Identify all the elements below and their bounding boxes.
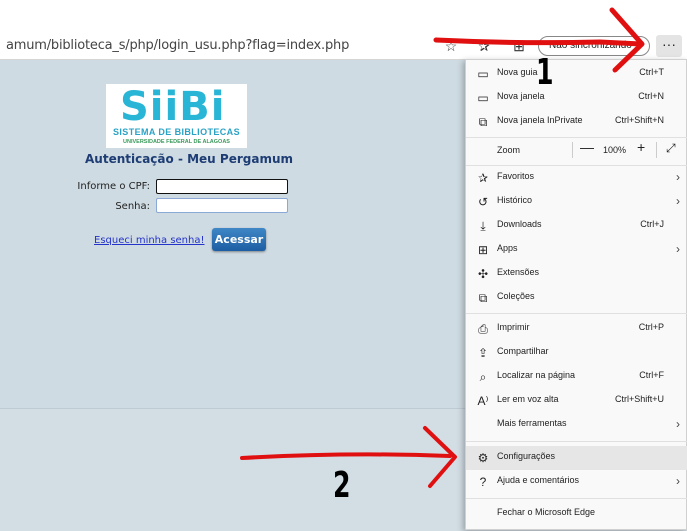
forgot-password-link[interactable]: Esqueci minha senha! [94, 235, 205, 246]
menu-item-label: Favoritos [497, 171, 535, 181]
menu-item-share[interactable]: ⇪ Compartilhar [466, 341, 687, 365]
zoom-label: Zoom [497, 145, 521, 155]
menu-item-collections[interactable]: ⧉ Coleções [466, 286, 687, 310]
logo-subtitle: SISTEMA DE BIBLIOTECAS [113, 127, 240, 137]
annotation-step-2: 2 [333, 465, 351, 506]
address-bar-row: amum/biblioteca_s/php/login_usu.php?flag… [0, 33, 687, 60]
apps-icon: ⊞ [477, 243, 489, 257]
menu-item-shortcut: Ctrl+F [639, 370, 664, 380]
menu-item-label: Fechar o Microsoft Edge [497, 507, 596, 517]
menu-item-apps[interactable]: ⊞ Apps › [466, 238, 687, 262]
menu-item-label: Extensões [497, 267, 540, 277]
download-icon: ⤓ [480, 219, 486, 233]
menu-item-read-aloud[interactable]: A⁾ Ler em voz alta Ctrl+Shift+U [466, 389, 687, 413]
profile-sync-label: Não sincronizando [549, 40, 632, 51]
menu-item-label: Histórico [497, 195, 533, 205]
fullscreen-icon[interactable]: ⤢ [666, 141, 676, 156]
chevron-right-icon: › [676, 170, 680, 184]
collections-icon[interactable]: ⊞ [510, 37, 528, 55]
menu-item-label: Ajuda e comentários [497, 475, 580, 485]
share-icon: ⇪ [477, 346, 489, 360]
new-tab-icon: ▭ [477, 67, 489, 81]
zoom-divider [572, 142, 573, 158]
menu-item-print[interactable]: ⎙ Imprimir Ctrl+P [466, 317, 687, 341]
zoom-value: 100% [603, 145, 627, 155]
menu-item-label: Ler em voz alta [497, 394, 559, 404]
menu-item-help[interactable]: ? Ajuda e comentários › [466, 470, 687, 494]
menu-item-new-tab[interactable]: ▭ Nova guia Ctrl+T [466, 62, 687, 86]
menu-separator [466, 498, 687, 499]
extensions-icon: ✣ [477, 267, 489, 281]
inprivate-icon: ⧉ [478, 115, 488, 129]
menu-item-label: Downloads [497, 219, 542, 229]
menu-item-close-edge[interactable]: Fechar o Microsoft Edge [466, 502, 687, 526]
zoom-out-button[interactable]: — [580, 139, 594, 155]
menu-item-zoom: Zoom — 100% + ⤢ [466, 138, 687, 164]
menu-item-shortcut: Ctrl+Shift+U [614, 394, 664, 404]
menu-item-shortcut: Ctrl+N [638, 91, 664, 101]
cpf-input[interactable] [156, 179, 288, 194]
new-window-icon: ▭ [477, 91, 489, 105]
menu-separator [466, 313, 687, 314]
menu-separator [466, 441, 687, 442]
logo-text: SiiBi [120, 84, 226, 130]
favorites-icon: ✰ [477, 171, 489, 185]
chevron-right-icon: › [676, 474, 680, 488]
profile-sync-button[interactable]: Não sincronizando [538, 36, 650, 56]
acessar-button[interactable]: Acessar [212, 228, 266, 251]
address-bar-url[interactable]: amum/biblioteca_s/php/login_usu.php?flag… [6, 38, 349, 53]
menu-item-shortcut: Ctrl+Shift+N [614, 115, 664, 125]
collections-icon: ⧉ [478, 291, 488, 305]
menu-item-shortcut: Ctrl+J [640, 219, 664, 229]
menu-item-shortcut: Ctrl+P [638, 322, 664, 332]
menu-item-new-inprivate[interactable]: ⧉ Nova janela InPrivate Ctrl+Shift+N [466, 110, 687, 134]
zoom-in-button[interactable]: + [637, 139, 645, 155]
menu-item-label: Localizar na página [497, 370, 576, 380]
menu-item-new-window[interactable]: ▭ Nova janela Ctrl+N [466, 86, 687, 110]
menu-item-find[interactable]: ⌕ Localizar na página Ctrl+F [466, 365, 687, 389]
print-icon: ⎙ [478, 322, 488, 336]
chevron-right-icon: › [676, 194, 680, 208]
browser-settings-menu: ▭ Nova guia Ctrl+T ▭ Nova janela Ctrl+N … [465, 59, 687, 530]
logo-subtitle-university: UNIVERSIDADE FEDERAL DE ALAGOAS [123, 139, 230, 145]
chevron-right-icon: › [676, 242, 680, 256]
help-icon: ? [479, 475, 487, 489]
menu-item-history[interactable]: ↺ Histórico › [466, 190, 687, 214]
page-title: Autenticação - Meu Pergamum [85, 152, 293, 166]
menu-item-label: Nova janela InPrivate [497, 115, 583, 125]
menu-item-extensions[interactable]: ✣ Extensões [466, 262, 687, 286]
menu-item-label: Mais ferramentas [497, 418, 567, 428]
menu-item-downloads[interactable]: ⤓ Downloads Ctrl+J [466, 214, 687, 238]
menu-item-settings[interactable]: ⚙ Configurações [466, 446, 687, 470]
history-icon: ↺ [477, 195, 489, 209]
menu-item-label: Apps [497, 243, 518, 253]
cpf-label: Informe o CPF: [77, 181, 150, 192]
find-in-page-icon: ⌕ [479, 370, 487, 384]
menu-item-label: Compartilhar [497, 346, 549, 356]
gear-icon: ⚙ [477, 451, 489, 465]
zoom-divider [656, 142, 657, 158]
read-aloud-icon: A⁾ [477, 394, 489, 408]
chevron-right-icon: › [676, 417, 680, 431]
star-outline-icon[interactable]: ☆ [442, 37, 460, 55]
password-label: Senha: [115, 201, 150, 212]
browser-tab-strip [0, 0, 687, 33]
menu-item-label: Configurações [497, 451, 556, 461]
more-icon[interactable]: ··· [656, 35, 682, 57]
siibi-logo: SiiBi SISTEMA DE BIBLIOTECAS UNIVERSIDAD… [106, 84, 247, 148]
annotation-step-1: 1 [536, 52, 554, 93]
menu-item-label: Imprimir [497, 322, 530, 332]
menu-item-favorites[interactable]: ✰ Favoritos › [466, 166, 687, 190]
password-input[interactable] [156, 198, 288, 213]
menu-item-shortcut: Ctrl+T [639, 67, 664, 77]
menu-item-label: Nova guia [497, 67, 538, 77]
menu-item-more-tools[interactable]: Mais ferramentas › [466, 413, 687, 437]
favorites-list-icon[interactable]: ✰ [475, 37, 493, 55]
menu-item-label: Coleções [497, 291, 535, 301]
